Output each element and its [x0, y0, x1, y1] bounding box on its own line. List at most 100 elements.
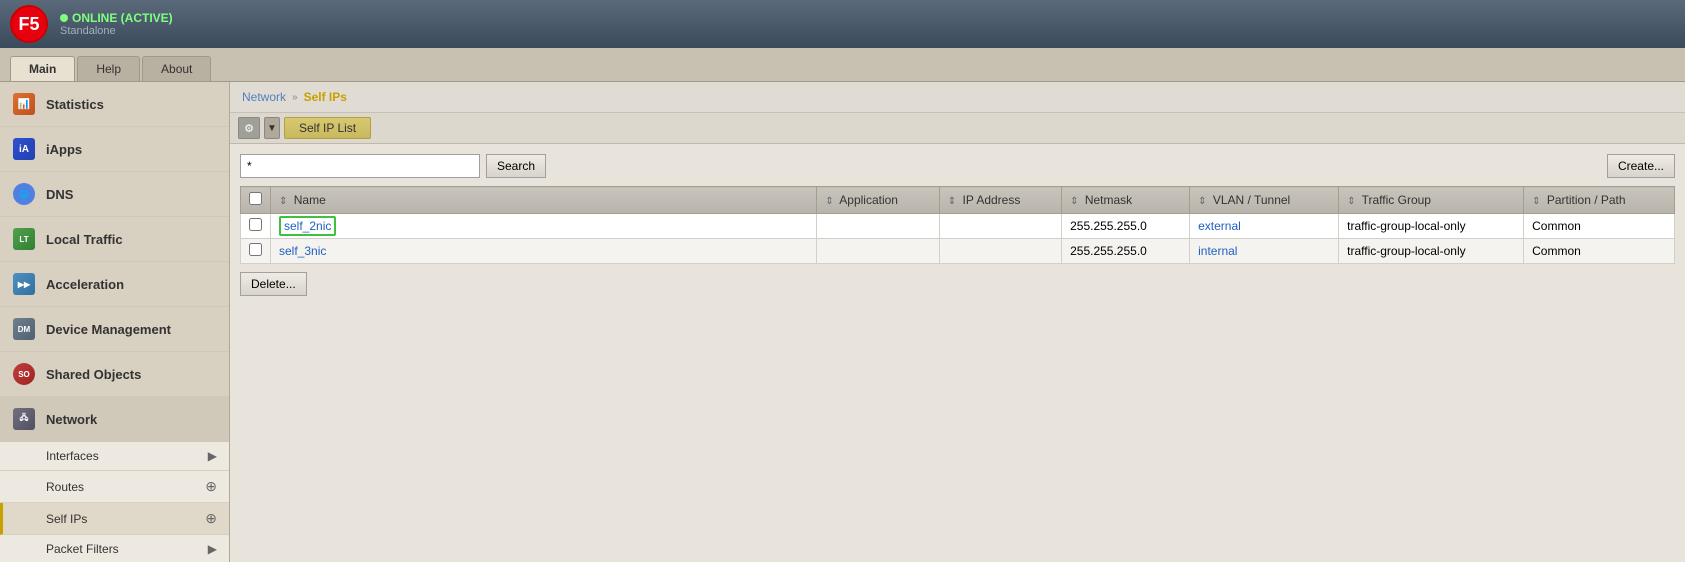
row1-ip-cell [939, 214, 1061, 239]
breadcrumb-separator: » [292, 92, 298, 103]
search-row: Search Create... [240, 154, 1675, 178]
sidebar-item-dns[interactable]: 🌐 DNS [0, 172, 229, 217]
sidebar-label-statistics: Statistics [46, 97, 104, 112]
status-block: ONLINE (ACTIVE) Standalone [60, 11, 173, 37]
row2-checkbox[interactable] [249, 243, 262, 256]
sidebar-item-acceleration[interactable]: ▶▶ Acceleration [0, 262, 229, 307]
breadcrumb-network[interactable]: Network [242, 90, 286, 104]
dns-icon: 🌐 [12, 182, 36, 206]
tab-main[interactable]: Main [10, 56, 75, 81]
row2-name-link[interactable]: self_3nic [279, 244, 326, 258]
circle-add-icon: ⊕ [205, 510, 217, 527]
row2-checkbox-cell [241, 239, 271, 264]
col-header-application[interactable]: ⇕ Application [817, 187, 940, 214]
row1-traffic-cell: traffic-group-local-only [1339, 214, 1524, 239]
row1-name-cell: self_2nic [271, 214, 817, 239]
row2-ip-cell [939, 239, 1061, 264]
row1-application-cell [817, 214, 940, 239]
row2-vlan-link[interactable]: internal [1198, 244, 1237, 258]
row2-application-cell [817, 239, 940, 264]
delete-button[interactable]: Delete... [240, 272, 307, 296]
row1-vlan-cell: external [1190, 214, 1339, 239]
row1-netmask-cell: 255.255.255.0 [1062, 214, 1190, 239]
row1-checkbox[interactable] [249, 218, 262, 231]
tab-help[interactable]: Help [77, 56, 140, 81]
sidebar-item-network[interactable]: 🖧 Network [0, 397, 229, 442]
submenu-item-self-ips[interactable]: Self IPs ⊕ [0, 503, 229, 535]
sidebar-label-shared-objects: Shared Objects [46, 367, 141, 382]
status-online: ONLINE (ACTIVE) [60, 11, 173, 25]
row1-name-link[interactable]: self_2nic [279, 216, 336, 236]
circle-icon: ⊕ [205, 478, 217, 495]
network-icon: 🖧 [12, 407, 36, 431]
iapps-icon: iA [12, 137, 36, 161]
data-table: ⇕ Name ⇕ Application ⇕ IP Address ⇕ [240, 186, 1675, 264]
col-header-netmask[interactable]: ⇕ Netmask [1062, 187, 1190, 214]
self-ip-list-tab[interactable]: Self IP List [284, 117, 371, 139]
sidebar-item-device-management[interactable]: DM Device Management [0, 307, 229, 352]
sidebar-label-dns: DNS [46, 187, 73, 202]
select-all-checkbox[interactable] [249, 192, 262, 205]
row2-partition-cell: Common [1524, 239, 1675, 264]
sort-icon-partition: ⇕ [1532, 196, 1540, 207]
row2-name-cell: self_3nic [271, 239, 817, 264]
sidebar-label-network: Network [46, 412, 97, 427]
submenu-item-interfaces[interactable]: Interfaces ▶ [0, 442, 229, 471]
col-header-traffic-group[interactable]: ⇕ Traffic Group [1339, 187, 1524, 214]
sort-icon-name: ⇕ [279, 196, 287, 207]
table-header-row: ⇕ Name ⇕ Application ⇕ IP Address ⇕ [241, 187, 1675, 214]
breadcrumb: Network » Self IPs [230, 82, 1685, 113]
f5-logo: F5 [10, 5, 48, 43]
nav-tabs: Main Help About [0, 48, 1685, 82]
traffic-icon: LT [12, 227, 36, 251]
row1-vlan-link[interactable]: external [1198, 219, 1241, 233]
row1-partition-cell: Common [1524, 214, 1675, 239]
col-header-partition-path[interactable]: ⇕ Partition / Path [1524, 187, 1675, 214]
sort-icon-vlan: ⇕ [1198, 196, 1206, 207]
sidebar-item-iapps[interactable]: iA iApps [0, 127, 229, 172]
table-row: self_3nic 255.255.255.0 internal traffic… [241, 239, 1675, 264]
sidebar-label-iapps: iApps [46, 142, 82, 157]
chart-icon: 📊 [12, 92, 36, 116]
col-header-checkbox [241, 187, 271, 214]
sort-icon-netmask: ⇕ [1070, 196, 1078, 207]
col-header-vlan-tunnel[interactable]: ⇕ VLAN / Tunnel [1190, 187, 1339, 214]
content-area: Network » Self IPs ⚙ ▼ Self IP List Sear… [230, 82, 1685, 562]
status-standalone: Standalone [60, 25, 173, 37]
col-header-name[interactable]: ⇕ Name [271, 187, 817, 214]
sidebar-item-local-traffic[interactable]: LT Local Traffic [0, 217, 229, 262]
col-header-ip-address[interactable]: ⇕ IP Address [939, 187, 1061, 214]
sidebar-label-local-traffic: Local Traffic [46, 232, 123, 247]
search-input[interactable] [240, 154, 480, 178]
gear-button[interactable]: ⚙ [238, 117, 260, 139]
device-icon: DM [12, 317, 36, 341]
shared-icon: SO [12, 362, 36, 386]
sidebar-item-statistics[interactable]: 📊 Statistics [0, 82, 229, 127]
row2-traffic-cell: traffic-group-local-only [1339, 239, 1524, 264]
search-left: Search [240, 154, 546, 178]
status-dot [60, 14, 68, 22]
dropdown-arrow-button[interactable]: ▼ [264, 117, 280, 139]
main-layout: 📊 Statistics iA iApps 🌐 DNS LT Local Tra… [0, 82, 1685, 562]
arrow-icon-2: ▶ [208, 542, 217, 556]
sidebar-label-device-management: Device Management [46, 322, 171, 337]
submenu-item-routes[interactable]: Routes ⊕ [0, 471, 229, 503]
tab-about[interactable]: About [142, 56, 211, 81]
search-button[interactable]: Search [486, 154, 546, 178]
row1-checkbox-cell [241, 214, 271, 239]
sort-icon-ip: ⇕ [948, 196, 956, 207]
sidebar: 📊 Statistics iA iApps 🌐 DNS LT Local Tra… [0, 82, 230, 562]
submenu-network: Interfaces ▶ Routes ⊕ Self IPs ⊕ Packet … [0, 442, 229, 562]
create-button[interactable]: Create... [1607, 154, 1675, 178]
row2-netmask-cell: 255.255.255.0 [1062, 239, 1190, 264]
sidebar-label-acceleration: Acceleration [46, 277, 124, 292]
breadcrumb-current: Self IPs [304, 90, 347, 104]
submenu-item-packet-filters[interactable]: Packet Filters ▶ [0, 535, 229, 562]
content-body: Search Create... ⇕ Name [230, 144, 1685, 562]
sidebar-item-shared-objects[interactable]: SO Shared Objects [0, 352, 229, 397]
row2-vlan-cell: internal [1190, 239, 1339, 264]
content-tabs: ⚙ ▼ Self IP List [230, 113, 1685, 144]
sort-icon-application: ⇕ [825, 196, 833, 207]
table-row: self_2nic 255.255.255.0 external traffic… [241, 214, 1675, 239]
arrow-icon: ▶ [208, 449, 217, 463]
